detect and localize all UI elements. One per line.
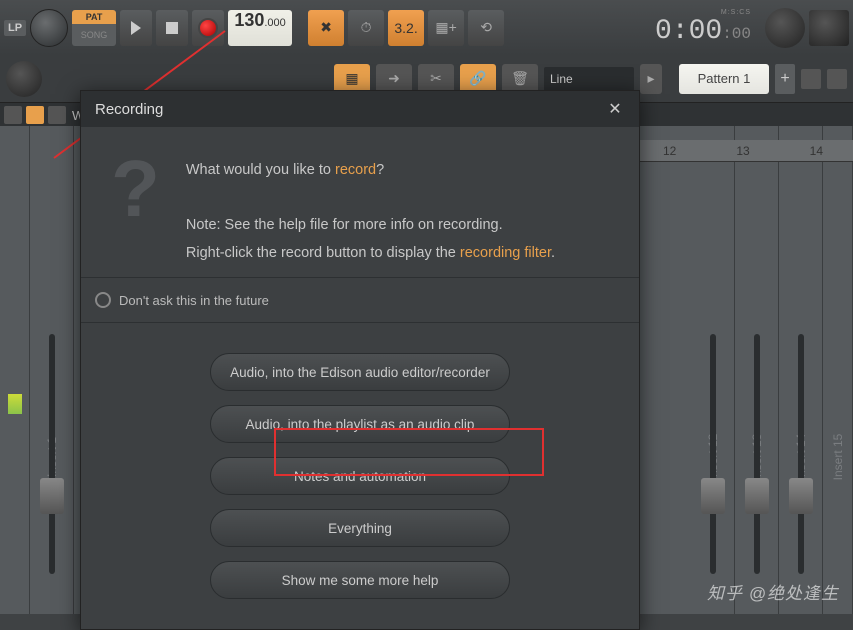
dont-ask-label: Don't ask this in the future (119, 293, 269, 308)
option-help-button[interactable]: Show me some more help (210, 561, 510, 599)
snap-value: Line (550, 72, 573, 86)
fader-handle[interactable] (789, 478, 813, 514)
song-label: SONG (72, 24, 116, 46)
option-everything-button[interactable]: Everything (210, 509, 510, 547)
grid-button[interactable]: ▦ (334, 64, 370, 94)
option-playlist-button[interactable]: Audio, into the playlist as an audio cli… (210, 405, 510, 443)
track-insert-1[interactable]: Insert 1 (30, 126, 74, 614)
pattern-name: Pattern 1 (698, 71, 751, 86)
option-notes-button[interactable]: Notes and automation (210, 457, 510, 495)
cut-button[interactable]: ✂ (418, 64, 454, 94)
pat-label: PAT (72, 10, 116, 24)
delete-button[interactable]: 🗑 (502, 64, 538, 94)
track-master[interactable] (0, 126, 30, 614)
fader-handle[interactable] (745, 478, 769, 514)
level-meter (8, 394, 22, 414)
fader-handle[interactable] (40, 478, 64, 514)
track-insert-12[interactable]: Insert 12 (691, 126, 735, 614)
option-edison-button[interactable]: Audio, into the Edison audio editor/reco… (210, 353, 510, 391)
recording-filter-link[interactable]: recording filter (460, 245, 551, 261)
play-button[interactable] (120, 10, 152, 46)
metronome-button[interactable]: ✖ (308, 10, 344, 46)
main-toolbar: LP PAT SONG 130 .000 ✖ ⏱ 3.2. ▦+ ⟲ M:S:C… (0, 0, 853, 55)
recording-dialog: Recording ✕ ? What would you like to rec… (80, 90, 640, 630)
record-link[interactable]: record (335, 162, 376, 178)
marker-icon[interactable] (26, 106, 44, 124)
pattern-selector[interactable]: Pattern 1 (679, 64, 769, 94)
track-insert-13[interactable]: Insert 13 (735, 126, 779, 614)
watermark: 知乎 @绝处逢生 (707, 579, 839, 604)
link-button[interactable]: 🔗 (460, 64, 496, 94)
dont-ask-row[interactable]: Don't ask this in the future (81, 277, 639, 323)
forward-button[interactable]: ➜ (376, 64, 412, 94)
time-centiseconds: :00 (722, 25, 751, 43)
cpu-meter[interactable] (765, 8, 805, 48)
fader-slot (798, 334, 804, 574)
snap-next-button[interactable]: ▸ (640, 64, 662, 94)
swing-knob[interactable] (6, 61, 42, 97)
menu-icon[interactable] (827, 69, 847, 89)
dialog-title: Recording (95, 101, 163, 118)
timeline-ruler[interactable]: 12 13 14 (633, 140, 853, 162)
stop-icon (166, 22, 178, 34)
snap-selector[interactable]: Line (544, 67, 634, 91)
main-volume-knob[interactable] (30, 9, 68, 47)
stop-button[interactable] (156, 10, 188, 46)
fader-handle[interactable] (701, 478, 725, 514)
lp-label: LP (4, 20, 26, 36)
track-insert-15[interactable]: Insert 15 (823, 126, 853, 614)
close-button[interactable]: ✕ (605, 99, 625, 119)
ruler-tick: 13 (736, 144, 749, 158)
overdub-button[interactable]: ▦+ (428, 10, 464, 46)
keyboard-icon[interactable] (801, 69, 821, 89)
prev-icon[interactable] (4, 106, 22, 124)
fader-slot (710, 334, 716, 574)
dont-ask-radio[interactable] (95, 292, 111, 308)
tempo-value: 130 (234, 10, 264, 31)
step-button[interactable]: 3.2. (388, 10, 424, 46)
time-main: 0:00 (655, 16, 722, 47)
loop-button[interactable]: ⟲ (468, 10, 504, 46)
tempo-display[interactable]: 130 .000 (228, 10, 292, 46)
time-display[interactable]: M:S:CS 0:00:00 (655, 9, 761, 47)
play-icon (131, 21, 141, 35)
dialog-titlebar[interactable]: Recording ✕ (81, 91, 639, 127)
time-format-label: M:S:CS (721, 9, 751, 16)
track-label: Insert 15 (831, 434, 845, 481)
question-icon: ? (111, 157, 160, 267)
visualizer[interactable] (809, 10, 849, 46)
pattern-song-toggle[interactable]: PAT SONG (72, 10, 116, 46)
fader-slot (49, 334, 55, 574)
record-button[interactable] (192, 10, 224, 46)
fader-slot (754, 334, 760, 574)
track-insert-14[interactable]: Insert 14 (779, 126, 823, 614)
add-pattern-button[interactable]: + (775, 64, 795, 94)
dialog-message: What would you like to record? Note: See… (186, 157, 555, 267)
step-label: 3.2. (394, 20, 417, 36)
record-icon (198, 18, 218, 38)
ruler-tick: 12 (663, 144, 676, 158)
view-icon[interactable] (48, 106, 66, 124)
countdown-button[interactable]: ⏱ (348, 10, 384, 46)
tempo-decimal: .000 (264, 17, 285, 29)
ruler-tick: 14 (810, 144, 823, 158)
